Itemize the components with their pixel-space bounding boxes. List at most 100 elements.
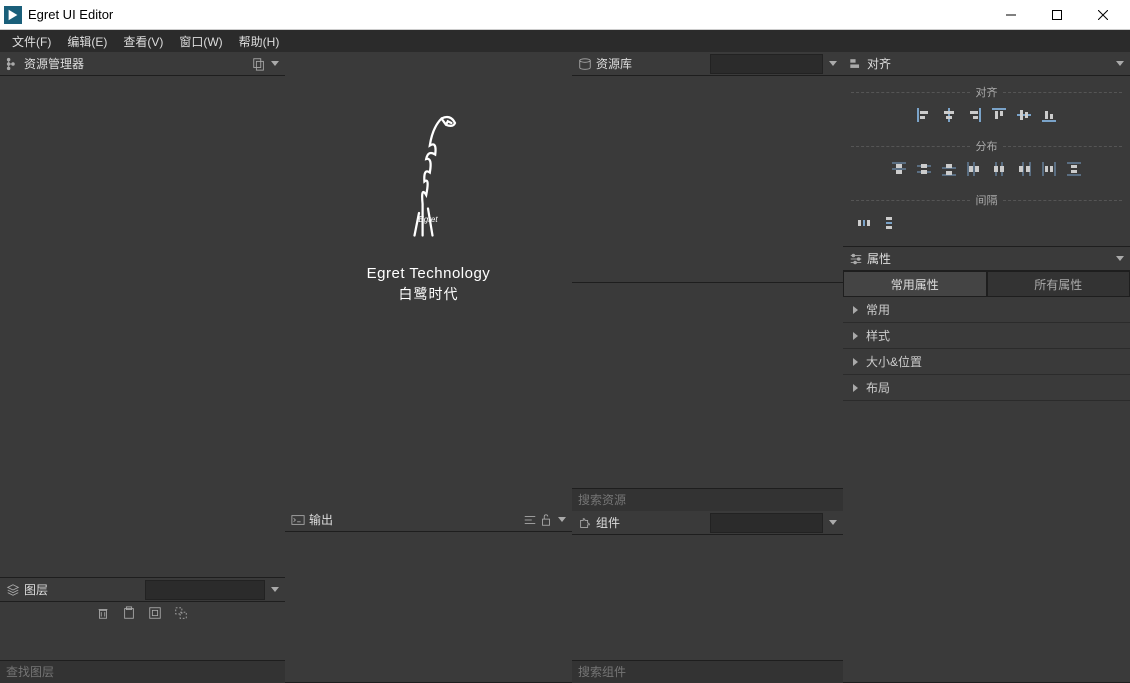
prop-group-size[interactable]: 大小&位置: [843, 349, 1130, 375]
dropdown-icon[interactable]: [1116, 256, 1124, 261]
distribute-bottom-icon[interactable]: [940, 160, 958, 178]
dropdown-icon[interactable]: [1116, 61, 1124, 66]
clipboard-icon[interactable]: [122, 606, 138, 622]
menu-view[interactable]: 查看(V): [115, 31, 171, 52]
align-body: 对齐 分布: [843, 76, 1130, 247]
dropdown-icon[interactable]: [558, 517, 566, 522]
output-title: 输出: [309, 511, 522, 528]
right-column: 对齐 对齐 分布: [843, 52, 1130, 683]
canvas-area[interactable]: Egret Egret Technology 白鹭时代: [285, 52, 572, 508]
main-area: 资源管理器 图层: [0, 52, 1130, 683]
clear-icon[interactable]: [522, 512, 538, 528]
align-right-icon[interactable]: [965, 106, 983, 124]
disk-icon: [578, 57, 592, 71]
delete-icon[interactable]: [96, 606, 112, 622]
layers-title: 图层: [24, 581, 143, 598]
distribute-left-icon[interactable]: [965, 160, 983, 178]
library-body-bottom: [572, 283, 843, 490]
prop-group-label: 布局: [866, 379, 890, 396]
minimize-button[interactable]: [988, 0, 1034, 30]
maximize-button[interactable]: [1034, 0, 1080, 30]
puzzle-icon: [578, 516, 592, 530]
align-left-icon[interactable]: [915, 106, 933, 124]
lock-icon[interactable]: [538, 512, 554, 528]
chevron-right-icon: [853, 384, 858, 392]
properties-icon: [849, 252, 863, 266]
app-title: Egret UI Editor: [28, 7, 988, 22]
align-group-spacing: 间隔: [843, 186, 1130, 240]
chevron-right-icon: [853, 358, 858, 366]
explorer-panel-header[interactable]: 资源管理器: [0, 52, 285, 76]
prop-group-label: 样式: [866, 327, 890, 344]
menubar: 文件(F) 编辑(E) 查看(V) 窗口(W) 帮助(H): [0, 30, 1130, 52]
properties-tabs: 常用属性 所有属性: [843, 271, 1130, 297]
chevron-right-icon: [853, 332, 858, 340]
tab-all-props[interactable]: 所有属性: [987, 271, 1130, 297]
copy-icon[interactable]: [251, 56, 267, 72]
prop-group-layout[interactable]: 布局: [843, 375, 1130, 401]
layers-dropdown[interactable]: [145, 580, 266, 600]
library-panel-header[interactable]: 资源库: [572, 52, 843, 76]
egret-logo: Egret Egret Technology 白鹭时代: [367, 102, 491, 304]
spacing-h-icon[interactable]: [855, 214, 873, 232]
distribute-h-icon[interactable]: [1040, 160, 1058, 178]
align-center-h-icon[interactable]: [940, 106, 958, 124]
chevron-right-icon: [853, 306, 858, 314]
terminal-icon: [291, 513, 305, 527]
mid-column: 资源库 组件: [572, 52, 843, 683]
align-group-distribute: 分布: [843, 132, 1130, 186]
library-body-top: [572, 76, 843, 283]
dropdown-icon[interactable]: [829, 520, 837, 525]
close-button[interactable]: [1080, 0, 1126, 30]
logo-text-en: Egret Technology: [367, 265, 491, 282]
properties-panel: 属性 常用属性 所有属性 常用 样式 大小&位置 布局: [843, 247, 1130, 683]
components-body: [572, 535, 843, 661]
distribute-v-icon[interactable]: [1065, 160, 1083, 178]
layers-panel-header[interactable]: 图层: [0, 578, 285, 602]
prop-group-common[interactable]: 常用: [843, 297, 1130, 323]
window-controls: [988, 0, 1126, 30]
properties-title: 属性: [867, 250, 1112, 267]
components-dropdown[interactable]: [710, 513, 824, 533]
distribute-vcenter-icon[interactable]: [915, 160, 933, 178]
align-label: 对齐: [851, 84, 1122, 100]
dropdown-icon[interactable]: [271, 587, 279, 592]
align-panel: 对齐 对齐 分布: [843, 52, 1130, 247]
menu-window[interactable]: 窗口(W): [171, 31, 230, 52]
prop-group-label: 常用: [866, 301, 890, 318]
output-body: [285, 532, 572, 683]
library-dropdown[interactable]: [710, 54, 824, 74]
components-search-input[interactable]: [572, 661, 843, 683]
dropdown-icon[interactable]: [829, 61, 837, 66]
prop-group-style[interactable]: 样式: [843, 323, 1130, 349]
align-panel-header[interactable]: 对齐: [843, 52, 1130, 76]
layers-body: [0, 626, 285, 661]
resource-search-input[interactable]: [572, 489, 843, 511]
distribute-top-icon[interactable]: [890, 160, 908, 178]
explorer-body: [0, 76, 285, 578]
tab-common-props[interactable]: 常用属性: [843, 271, 987, 297]
spacing-v-icon[interactable]: [880, 214, 898, 232]
titlebar: Egret UI Editor: [0, 0, 1130, 30]
layers-panel: 图层: [0, 578, 285, 683]
align-bottom-icon[interactable]: [1040, 106, 1058, 124]
dropdown-icon[interactable]: [271, 61, 279, 66]
menu-help[interactable]: 帮助(H): [231, 31, 288, 52]
menu-edit[interactable]: 编辑(E): [59, 31, 115, 52]
tree-icon: [6, 57, 20, 71]
group-icon[interactable]: [148, 606, 164, 622]
app-icon: [4, 6, 22, 24]
align-top-icon[interactable]: [990, 106, 1008, 124]
ungroup-icon[interactable]: [174, 606, 190, 622]
distribute-right-icon[interactable]: [1015, 160, 1033, 178]
center-column: Egret Egret Technology 白鹭时代 输出: [285, 52, 572, 683]
layers-search-input[interactable]: [0, 661, 285, 683]
menu-file[interactable]: 文件(F): [4, 31, 59, 52]
align-center-v-icon[interactable]: [1015, 106, 1033, 124]
output-panel-header[interactable]: 输出: [285, 508, 572, 532]
logo-text-cn: 白鹭时代: [367, 284, 491, 304]
distribute-hcenter-icon[interactable]: [990, 160, 1008, 178]
distribute-label: 分布: [851, 138, 1122, 154]
components-panel-header[interactable]: 组件: [572, 511, 843, 535]
properties-panel-header[interactable]: 属性: [843, 247, 1130, 271]
